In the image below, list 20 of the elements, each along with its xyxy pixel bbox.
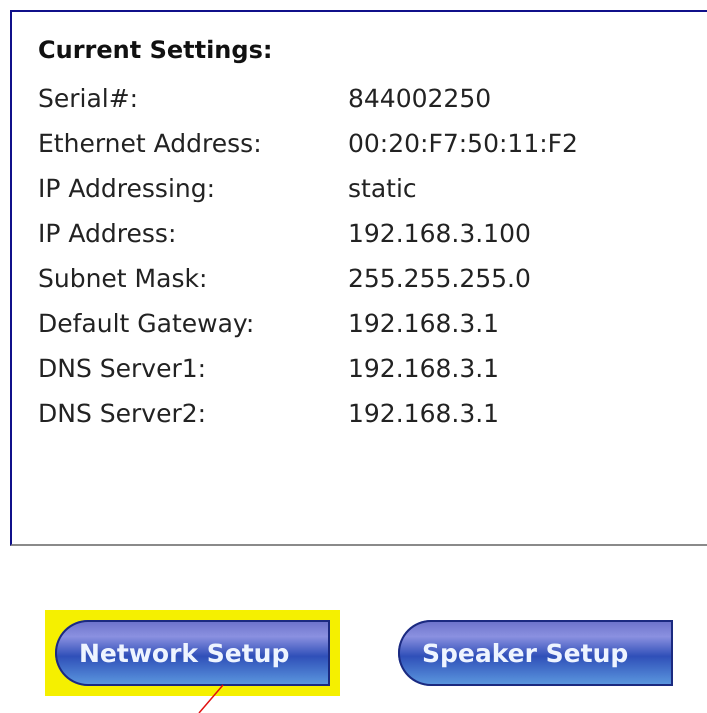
setting-value: 255.255.255.0 [348,264,531,293]
setting-label: Subnet Mask: [38,264,208,293]
setup-button[interactable]: Speaker Setup [398,620,673,686]
setting-value: 844002250 [348,84,492,113]
setting-label: Serial#: [38,84,140,113]
section-heading: Current Settings: [38,36,274,66]
setting-value: 00:20:F7:50:11:F2 [348,129,578,158]
setting-label: Ethernet Address: [38,129,263,158]
setting-label: Default Gateway: [38,309,256,338]
leader-line [196,684,226,713]
setting-value: static [348,174,417,203]
setup-button[interactable]: Network Setup [55,620,330,686]
setting-value: 192.168.3.1 [348,309,500,338]
setting-value: 192.168.3.1 [348,399,500,428]
setting-label: DNS Server2: [38,399,208,428]
setting-value: 192.168.3.100 [348,219,531,248]
setting-label: IP Address: [38,219,178,248]
setting-label: DNS Server1: [38,354,208,383]
setting-label: IP Addressing: [38,174,216,203]
setting-value: 192.168.3.1 [348,354,500,383]
